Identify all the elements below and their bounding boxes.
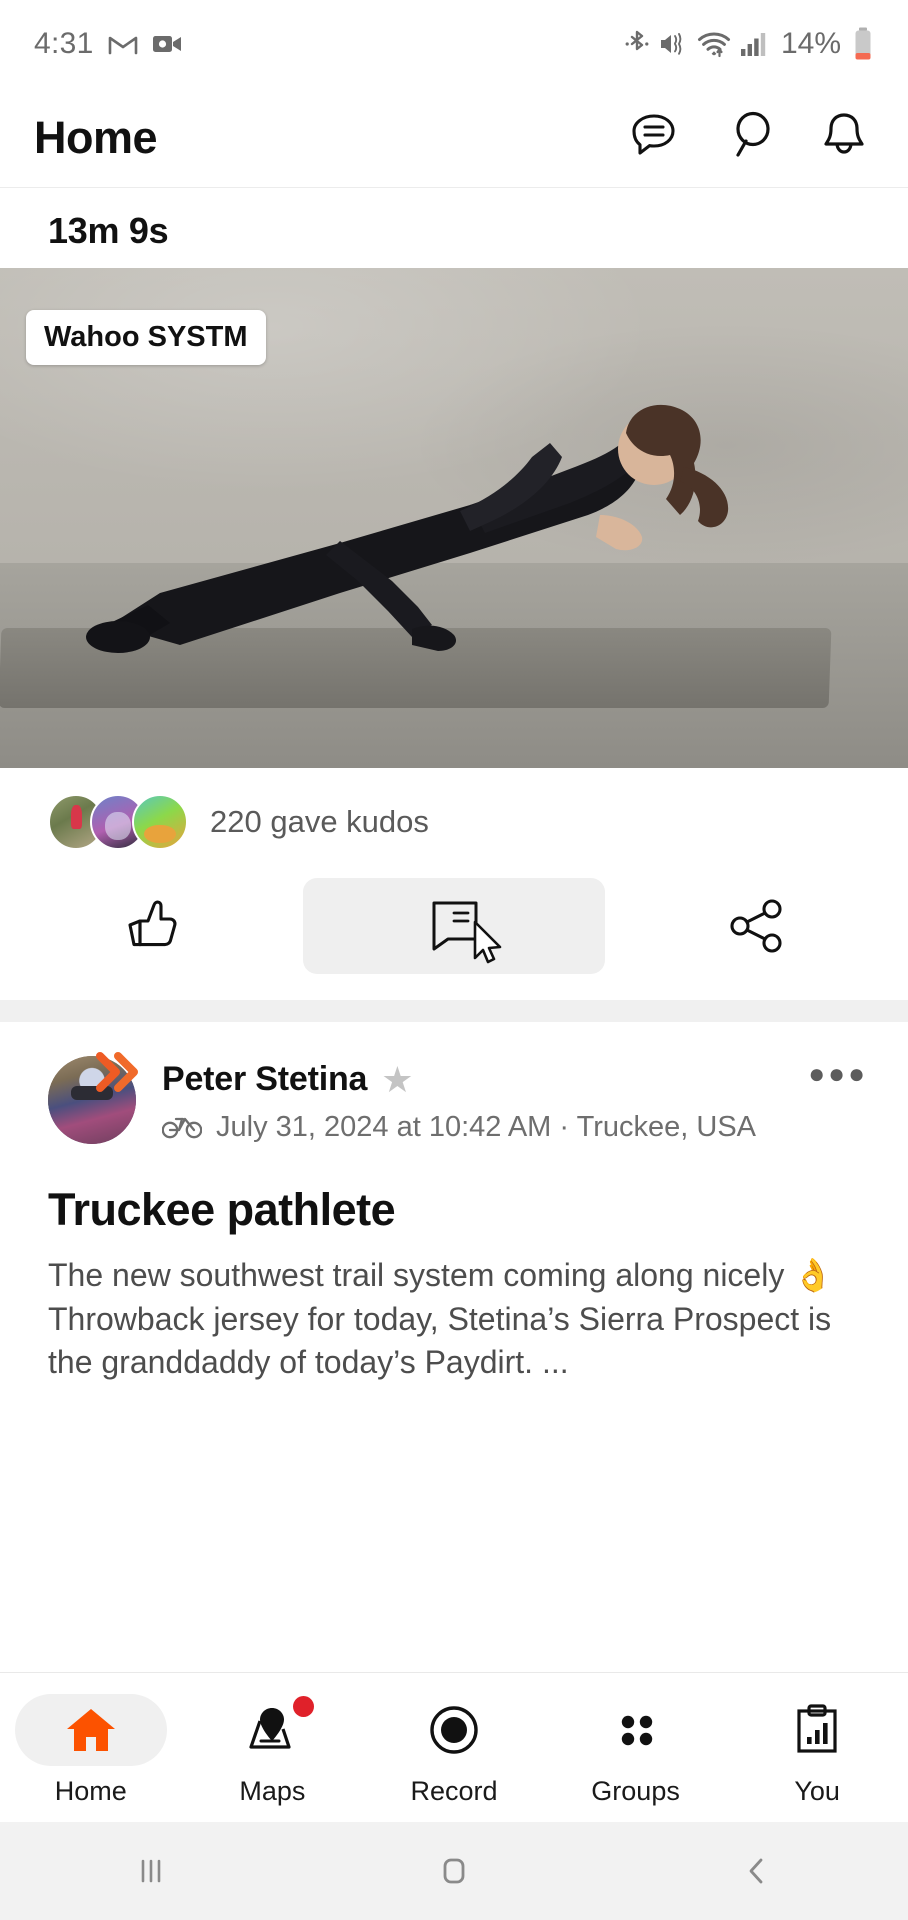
- nav-icon-you-wrapper: [741, 1694, 893, 1766]
- nav-item-home[interactable]: Home: [0, 1694, 182, 1807]
- back-chevron-icon: [749, 1858, 763, 1884]
- nav-label-maps: Maps: [239, 1776, 306, 1806]
- kudos-count-label[interactable]: 220 gave kudos: [210, 804, 429, 840]
- wifi-icon: [697, 30, 731, 58]
- nav-icon-groups-wrapper: [560, 1694, 712, 1766]
- system-navigation-bar: [0, 1822, 908, 1920]
- photo-person-side-plank: [86, 404, 729, 653]
- header-actions: [626, 107, 878, 168]
- activity-description[interactable]: The new southwest trail system coming al…: [0, 1236, 908, 1385]
- cellular-signal-icon: [740, 30, 768, 58]
- video-camera-icon: [152, 33, 184, 55]
- chat-icon[interactable]: [626, 107, 682, 168]
- battery-icon: [852, 27, 874, 61]
- nav-label-you: You: [794, 1776, 840, 1806]
- nav-icon-record-wrapper: [378, 1694, 530, 1766]
- nav-item-groups[interactable]: Groups: [545, 1694, 727, 1807]
- kudos-avatars[interactable]: [48, 794, 188, 850]
- activity-author-name-row: Peter Stetina ★: [162, 1060, 874, 1099]
- activity-datetime-location: July 31, 2024 at 10:42 AM · Truckee, USA: [216, 1111, 757, 1143]
- maps-notification-badge: [293, 1696, 315, 1717]
- workout-action-bar: [0, 872, 908, 1000]
- mute-vibrate-icon: [658, 30, 688, 58]
- system-recents-button[interactable]: [0, 1849, 303, 1893]
- mouse-cursor-icon: [472, 920, 506, 971]
- groups-icon: [621, 1715, 652, 1746]
- feed-scroll-container[interactable]: 13m 9s Wahoo SYSTM 220 gave kudos Peter …: [0, 188, 908, 1672]
- nav-icon-home-wrapper: [14, 1694, 167, 1766]
- workout-card: 13m 9s Wahoo SYSTM 220 gave kudos: [0, 188, 908, 1000]
- home-icon: [66, 1709, 115, 1751]
- status-bar: 4:31 14%: [0, 0, 908, 88]
- share-button[interactable]: [605, 878, 908, 974]
- nav-label-groups: Groups: [591, 1776, 680, 1806]
- nav-label-home: Home: [54, 1776, 127, 1806]
- workout-duration: 13m 9s: [48, 210, 169, 251]
- search-icon[interactable]: [724, 107, 776, 168]
- avatar[interactable]: [48, 1052, 138, 1144]
- activity-author-name[interactable]: Peter Stetina: [162, 1060, 367, 1099]
- share-icon: [730, 899, 782, 953]
- profile-stats-icon: [797, 1704, 837, 1753]
- recents-icon: [142, 1859, 161, 1883]
- photo-source-badge: Wahoo SYSTM: [26, 310, 266, 365]
- activity-author-meta: Peter Stetina ★ July 31, 2024 at 10:42 A…: [161, 1056, 874, 1144]
- status-bar-left: 4:31: [34, 27, 184, 61]
- kudos-avatar: [132, 794, 188, 850]
- thumbs-up-icon: [120, 893, 182, 960]
- status-bar-clock: 4:31: [34, 27, 94, 60]
- nav-item-maps[interactable]: Maps: [182, 1694, 364, 1807]
- activity-author-row[interactable]: Peter Stetina ★ July 31, 2024 at 10:42 A…: [0, 1052, 908, 1144]
- system-home-button[interactable]: [303, 1849, 606, 1893]
- page-title: Home: [34, 111, 158, 163]
- record-icon: [430, 1706, 478, 1754]
- system-back-button[interactable]: [605, 1849, 908, 1893]
- workout-photo[interactable]: Wahoo SYSTM: [0, 268, 908, 768]
- kudos-button[interactable]: [0, 878, 303, 974]
- chevron-badge-icon: [96, 1052, 138, 1092]
- activity-card: Peter Stetina ★ July 31, 2024 at 10:42 A…: [0, 1022, 908, 1385]
- activity-overflow-menu[interactable]: ●●●: [808, 1058, 868, 1090]
- nav-label-record: Record: [410, 1776, 498, 1806]
- bottom-navigation: Home Maps Record Groups You: [0, 1672, 908, 1822]
- phone-screen: 4:31 14% Home 13m 9s Wahoo SYSTM 220 gav…: [0, 0, 908, 1920]
- activity-title[interactable]: Truckee pathlete: [0, 1144, 908, 1236]
- nav-icon-maps-wrapper: [196, 1694, 348, 1766]
- nav-item-record[interactable]: Record: [363, 1694, 545, 1807]
- bluetooth-icon: [625, 29, 649, 59]
- nav-item-you[interactable]: You: [726, 1694, 908, 1807]
- home-square-icon: [443, 1858, 465, 1884]
- notifications-icon[interactable]: [818, 107, 870, 168]
- gmail-icon: [108, 32, 138, 56]
- comment-button[interactable]: [302, 878, 606, 974]
- app-header: Home: [0, 88, 908, 188]
- feed-divider: [0, 1000, 908, 1022]
- bicycle-icon: [161, 1111, 203, 1144]
- status-bar-right: 14%: [625, 27, 874, 61]
- star-icon: ★: [381, 1058, 414, 1100]
- battery-percent-label: 14%: [780, 27, 841, 60]
- activity-meta-row: July 31, 2024 at 10:42 AM · Truckee, USA: [161, 1111, 874, 1144]
- kudos-row[interactable]: 220 gave kudos: [0, 768, 908, 872]
